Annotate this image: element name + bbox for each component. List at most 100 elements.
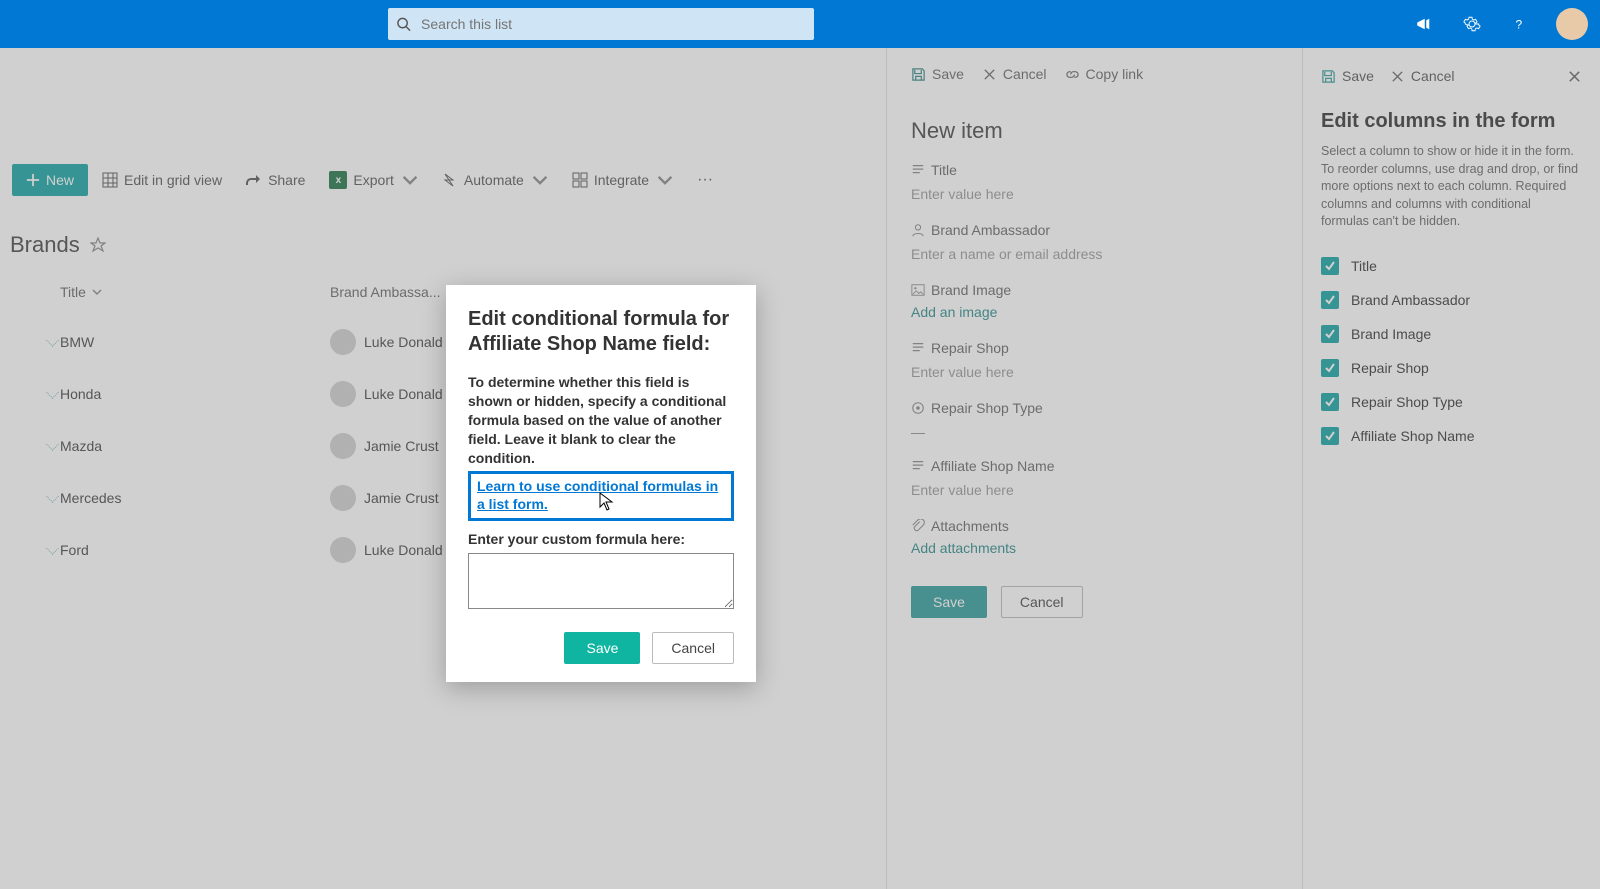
new-button[interactable]: New (12, 164, 88, 196)
chevron-down-icon (92, 287, 102, 297)
integrate-icon (572, 172, 588, 188)
checkbox-icon[interactable] (1321, 291, 1339, 309)
column-check-label: Affiliate Shop Name (1351, 428, 1474, 444)
automate-icon (442, 172, 458, 188)
dialog-save-button[interactable]: Save (564, 632, 640, 664)
automate-button[interactable]: Automate (432, 164, 558, 196)
persona-icon (330, 485, 356, 511)
panel-cancel-button[interactable]: Cancel (982, 66, 1047, 82)
svg-text:?: ? (1516, 18, 1523, 32)
attachment-icon (911, 519, 925, 533)
checkbox-icon[interactable] (1321, 257, 1339, 275)
row-title: Honda (60, 386, 330, 402)
megaphone-icon[interactable] (1400, 0, 1448, 48)
row-title: Mercedes (60, 490, 330, 506)
cancel-button[interactable]: Cancel (1001, 586, 1083, 618)
text-icon (911, 341, 925, 355)
dialog-description: To determine whether this field is shown… (468, 373, 734, 467)
save-icon (1321, 69, 1336, 84)
repair-type-value[interactable]: — (911, 424, 1278, 440)
column-check-label: Brand Ambassador (1351, 292, 1470, 308)
close-icon (1567, 69, 1582, 84)
close-icon (1390, 69, 1405, 84)
search-input-field[interactable] (421, 16, 806, 32)
more-button[interactable]: ··· (687, 171, 723, 189)
integrate-button[interactable]: Integrate (562, 164, 683, 196)
person-icon (911, 223, 925, 237)
title-input[interactable] (911, 186, 1278, 203)
field-label-ambassador: Brand Ambassador (911, 222, 1278, 238)
column-check-row[interactable]: Title (1321, 249, 1582, 283)
panel-save-button[interactable]: Save (911, 66, 964, 82)
conditional-formula-dialog: Edit conditional formula for Affiliate S… (446, 285, 756, 682)
column-title[interactable]: Title (60, 284, 330, 300)
checkbox-icon[interactable] (1321, 325, 1339, 343)
cursor-icon (599, 492, 615, 512)
learn-link-highlight: Learn to use conditional formulas in a l… (468, 471, 734, 521)
search-input[interactable] (388, 8, 814, 40)
new-item-panel: Save Cancel Copy link New item Title Bra… (886, 48, 1302, 889)
image-icon (911, 283, 925, 297)
row-title: BMW (60, 334, 330, 350)
share-button[interactable]: Share (236, 164, 315, 196)
app-header: ? (0, 0, 1600, 48)
star-icon[interactable] (90, 237, 106, 253)
export-button[interactable]: x Export (319, 164, 427, 196)
checkbox-icon[interactable] (1321, 359, 1339, 377)
avatar[interactable] (1556, 8, 1588, 40)
close-icon (982, 67, 997, 82)
repair-shop-input[interactable] (911, 364, 1278, 381)
learn-more-link[interactable]: Learn to use conditional formulas in a l… (477, 478, 718, 512)
add-image-link[interactable]: Add an image (911, 304, 997, 320)
field-label-affiliate: Affiliate Shop Name (911, 458, 1278, 474)
settings-icon[interactable] (1448, 0, 1496, 48)
search-icon (396, 16, 411, 32)
formula-label: Enter your custom formula here: (468, 531, 734, 547)
editcols-cancel-button[interactable]: Cancel (1390, 68, 1455, 84)
row-title: Ford (60, 542, 330, 558)
editcols-save-button[interactable]: Save (1321, 68, 1374, 84)
column-check-row[interactable]: Repair Shop (1321, 351, 1582, 385)
add-attachments-link[interactable]: Add attachments (911, 540, 1016, 556)
choice-icon (911, 401, 925, 415)
help-icon[interactable]: ? (1496, 0, 1544, 48)
column-check-label: Brand Image (1351, 326, 1431, 342)
row-title: Mazda (60, 438, 330, 454)
save-button[interactable]: Save (911, 586, 987, 618)
column-check-label: Repair Shop (1351, 360, 1429, 376)
field-label-repair-shop: Repair Shop (911, 340, 1278, 356)
copy-link-button[interactable]: Copy link (1065, 66, 1144, 82)
save-icon (911, 67, 926, 82)
formula-textarea[interactable] (468, 553, 734, 609)
edit-columns-panel: Save Cancel Edit columns in the form Sel… (1302, 48, 1600, 889)
excel-icon: x (329, 171, 347, 189)
field-label-title: Title (911, 162, 1278, 178)
chevron-down-icon (402, 172, 418, 188)
persona-icon (330, 381, 356, 407)
column-check-label: Repair Shop Type (1351, 394, 1463, 410)
editcols-help-text: Select a column to show or hide it in th… (1321, 143, 1582, 231)
persona-icon (330, 329, 356, 355)
editcols-title: Edit columns in the form (1321, 110, 1582, 133)
ambassador-input[interactable] (911, 246, 1278, 263)
close-panel-button[interactable] (1567, 69, 1582, 84)
column-check-row[interactable]: Brand Ambassador (1321, 283, 1582, 317)
persona-icon (330, 537, 356, 563)
dialog-cancel-button[interactable]: Cancel (652, 632, 734, 664)
dialog-title: Edit conditional formula for Affiliate S… (468, 307, 734, 357)
affiliate-input[interactable] (911, 482, 1278, 499)
field-label-repair-type: Repair Shop Type (911, 400, 1278, 416)
panel-title: New item (911, 118, 1278, 144)
column-check-list: Title Brand Ambassador Brand Image Repai… (1321, 249, 1582, 453)
column-check-row[interactable]: Brand Image (1321, 317, 1582, 351)
persona-icon (330, 433, 356, 459)
field-label-brand-image: Brand Image (911, 282, 1278, 298)
text-icon (911, 459, 925, 473)
column-check-label: Title (1351, 258, 1377, 274)
text-icon (911, 163, 925, 177)
column-check-row[interactable]: Affiliate Shop Name (1321, 419, 1582, 453)
checkbox-icon[interactable] (1321, 427, 1339, 445)
checkbox-icon[interactable] (1321, 393, 1339, 411)
column-check-row[interactable]: Repair Shop Type (1321, 385, 1582, 419)
edit-in-grid-button[interactable]: Edit in grid view (92, 164, 232, 196)
